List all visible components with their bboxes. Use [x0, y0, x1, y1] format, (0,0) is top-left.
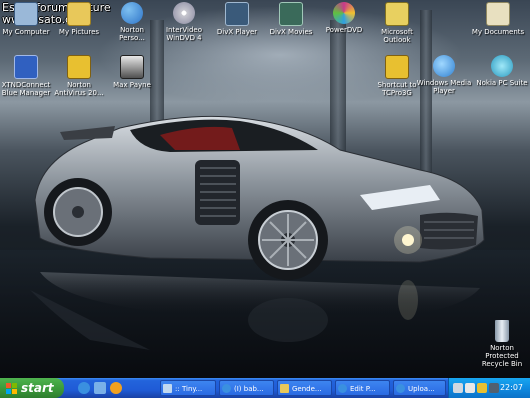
- shortcut-icon: [385, 55, 409, 79]
- desktop-icon-label: Norton Protected Recycle Bin: [481, 344, 523, 368]
- ie-icon: [396, 384, 405, 393]
- quick-launch-desktop-icon[interactable]: [94, 382, 106, 394]
- globe-icon: [121, 2, 143, 24]
- antivirus-icon[interactable]: [477, 383, 487, 393]
- taskbar-task[interactable]: (I) bab...: [219, 380, 274, 396]
- desktop-icon-outlook[interactable]: Microsoft Outlook: [365, 2, 429, 44]
- windows-logo-icon: [6, 382, 17, 394]
- quick-launch-ie-icon[interactable]: [78, 382, 90, 394]
- desktop-icon-recycle-bin[interactable]: Norton Protected Recycle Bin: [470, 320, 530, 368]
- clock[interactable]: 22:07: [500, 378, 523, 398]
- desktop-icon-label: Microsoft Outlook: [381, 28, 413, 44]
- divx-icon: [279, 2, 303, 26]
- display-icon[interactable]: [489, 383, 499, 393]
- desktop-icon-label: Max Payne: [113, 81, 151, 89]
- task-label: Gende...: [292, 385, 322, 393]
- desktop-icon-nokia[interactable]: Nokia PC Suite: [470, 55, 530, 87]
- start-label: start: [21, 381, 54, 395]
- task-label: Uploa...: [408, 385, 435, 393]
- divx-icon: [225, 2, 249, 26]
- desktop-icon-label: My Documents: [471, 28, 525, 36]
- task-label: Edit P...: [350, 385, 376, 393]
- start-button[interactable]: start: [0, 378, 64, 398]
- desktop-icon-label: Windows Media Player: [416, 79, 472, 95]
- desktop-icon-max-payne[interactable]: Max Payne: [100, 55, 164, 89]
- desktop-icon-label: Nokia PC Suite: [476, 79, 528, 87]
- computer-icon: [14, 2, 38, 26]
- taskbar-task[interactable]: Uploa...: [393, 380, 446, 396]
- task-label: :: Tiny...: [175, 385, 203, 393]
- ie-icon: [222, 384, 231, 393]
- taskbar-task[interactable]: :: Tiny...: [160, 380, 216, 396]
- folder-icon: [280, 384, 289, 393]
- taskbar: start :: Tiny... (I) bab... Gende... Edi…: [0, 378, 530, 398]
- desktop-icon-wmp[interactable]: Windows Media Player: [412, 55, 476, 95]
- documents-icon: [486, 2, 510, 26]
- network-icon[interactable]: [453, 383, 463, 393]
- task-label: (I) bab...: [234, 385, 264, 393]
- media-player-icon: [433, 55, 455, 77]
- quick-launch-media-icon[interactable]: [110, 382, 122, 394]
- disc-icon: [333, 2, 355, 24]
- window-icon: [163, 384, 172, 393]
- system-tray: 22:07: [448, 378, 530, 398]
- volume-icon[interactable]: [465, 383, 475, 393]
- ie-icon: [338, 384, 347, 393]
- folder-icon: [67, 2, 91, 26]
- taskbar-task[interactable]: Gende...: [277, 380, 332, 396]
- nokia-icon: [491, 55, 513, 77]
- taskbar-task[interactable]: Edit P...: [335, 380, 390, 396]
- recycle-bin-icon: [495, 320, 509, 342]
- norton-icon: [67, 55, 91, 79]
- dvd-icon: [173, 2, 195, 24]
- antenna-icon: [14, 55, 38, 79]
- desktop-icon-my-documents[interactable]: My Documents: [466, 2, 530, 36]
- face-icon: [120, 55, 144, 79]
- outlook-icon: [385, 2, 409, 26]
- desktop-wallpaper[interactable]: Esato forum picture www.esato.com My Com…: [0, 0, 530, 378]
